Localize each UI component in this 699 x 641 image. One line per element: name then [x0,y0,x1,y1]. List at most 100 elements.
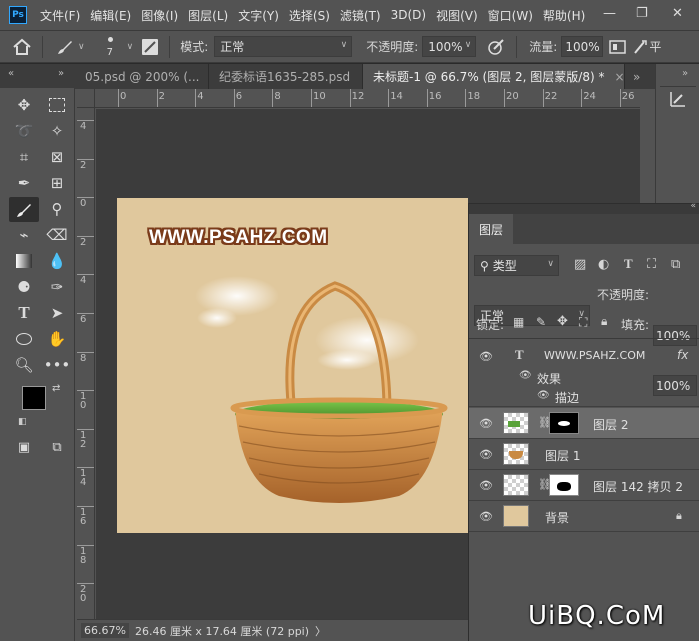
filter-shape-icon[interactable]: ⛶ [647,257,656,272]
home-icon[interactable] [12,38,32,56]
flow-input[interactable]: 100% [561,36,604,57]
smoothing-icon[interactable] [633,39,648,55]
dodge-tool-icon[interactable]: ⚈ [11,276,37,298]
symmetry-label[interactable]: 平 [649,38,661,55]
brush-tool-preset-icon[interactable] [55,38,75,56]
close-tab-icon[interactable]: × [614,70,624,84]
expand-panels-icon[interactable]: » [682,68,688,79]
mode-select[interactable]: 正常 ∨ [214,36,353,57]
lock-transparent-icon[interactable]: ▦ [513,315,524,329]
chevron-down-icon[interactable]: ∨ [78,42,85,52]
layer-row-background[interactable]: 👁︎ 背景 🔒︎ [469,501,699,532]
mask-shape [557,482,571,491]
visibility-eye-icon[interactable]: 👁︎ [479,350,493,363]
crop-tool-icon[interactable]: ⌗ [11,146,37,168]
history-brush-icon[interactable]: ⌁ [11,224,37,246]
expand-icon[interactable]: » [58,68,64,79]
lock-artboard-icon[interactable]: ⛶ [579,315,587,330]
layer-row-layer-1[interactable]: 👁︎ 图层 1 [469,439,699,470]
fx-icon[interactable]: fx [677,348,688,362]
menu-image[interactable]: 图像(I) [136,7,183,24]
eyedropper-icon[interactable]: ✒ [11,172,37,194]
filter-pixel-icon[interactable]: ▨ [574,257,586,272]
menu-edit[interactable]: 编辑(E) [85,7,136,24]
collapse-panel-icon[interactable]: « [690,201,696,211]
menu-help[interactable]: 帮助(H) [538,7,590,24]
layer-mask-thumbnail[interactable] [549,474,579,496]
menu-window[interactable]: 窗口(W) [483,7,538,24]
visibility-eye-icon[interactable]: 👁︎ [479,417,493,430]
move-tool-icon[interactable]: ✥ [11,94,37,116]
hand-tool-icon[interactable]: ✋ [44,328,70,350]
brush-size-picker[interactable]: 7 [103,34,119,60]
layer-row-layer-142-copy-2[interactable]: 👁︎ ⛓ 图层 142 拷贝 2 [469,470,699,501]
layer-effect-stroke-row[interactable]: 👁︎ 描边 [469,387,699,407]
pen-tool-icon[interactable]: ✑ [44,276,70,298]
zoom-tool-icon[interactable]: 🔍︎ [11,354,37,376]
brush-tool-icon[interactable] [9,197,39,222]
lock-all-icon[interactable]: 🔒︎ [601,314,607,329]
chevron-down-icon[interactable]: ∨ [127,42,134,52]
flow-value: 100% [565,39,600,54]
lasso-tool-icon[interactable]: ➰ [11,120,37,142]
lock-image-icon[interactable]: ✎ [536,315,546,329]
ellipse-tool-icon[interactable] [11,328,37,350]
lock-position-icon[interactable]: ✥ [557,314,568,329]
spot-healing-icon[interactable]: ⊞ [44,172,70,194]
visibility-eye-icon[interactable]: 👁︎ [479,448,493,461]
more-tabs-button[interactable]: » [625,64,655,89]
ruler-tick [619,89,621,107]
filter-type-icon[interactable]: T [624,256,633,272]
tab-layers[interactable]: 图层 [469,214,514,244]
visibility-eye-icon[interactable]: 👁︎ [537,390,550,401]
tab-jiwei-psd[interactable]: 纪委标语1635-285.psd [209,64,363,89]
visibility-eye-icon[interactable]: 👁︎ [479,479,493,492]
properties-panel-icon[interactable] [669,90,687,108]
menu-filter[interactable]: 滤镜(T) [335,7,386,24]
path-selection-icon[interactable]: ➤ [44,302,70,324]
layer-filter-select[interactable]: ⚲ 类型 ∨ [474,255,559,276]
screen-mode-icon[interactable]: ⧉ [44,436,70,458]
more-tools-icon[interactable]: ••• [44,354,71,376]
layer-mask-thumbnail[interactable] [549,412,579,434]
menu-3d[interactable]: 3D(D) [386,8,431,22]
close-window-button[interactable]: ✕ [672,6,683,21]
menu-type[interactable]: 文字(Y) [233,7,284,24]
type-tool-icon[interactable]: T [11,302,37,324]
clone-stamp-icon[interactable]: ⚲ [44,198,70,220]
menu-file[interactable]: 文件(F) [35,7,85,24]
magic-wand-icon[interactable]: ✧ [44,120,70,142]
foreground-color-swatch[interactable] [22,386,46,410]
menu-layer[interactable]: 图层(L) [183,7,233,24]
visibility-eye-icon[interactable]: 👁︎ [519,370,532,381]
menu-select[interactable]: 选择(S) [284,7,335,24]
filter-smart-object-icon[interactable]: ⧉ [671,257,680,272]
layer-effects-row[interactable]: 👁︎ 效果 [469,368,699,388]
frame-tool-icon[interactable]: ⊠ [44,146,70,168]
collapse-icon[interactable]: « [8,68,14,79]
restore-button[interactable]: ❐ [636,6,648,21]
tab-05-psd[interactable]: 05.psd @ 200% (... [75,64,209,89]
brush-settings-icon[interactable] [141,38,159,56]
default-colors-icon[interactable]: ◧ [18,417,27,427]
marquee-tool-icon[interactable] [44,94,70,116]
zoom-level[interactable]: 66.67% [81,623,129,638]
tab-untitled-1[interactable]: 未标题-1 @ 66.7% (图层 2, 图层蒙版/8) * × [363,64,625,89]
blur-tool-icon[interactable]: 💧 [44,250,70,272]
swap-colors-icon[interactable]: ⇄ [52,383,60,394]
minimize-button[interactable]: — [603,6,616,21]
filter-adjustment-icon[interactable]: ◐ [598,257,609,272]
vertical-ruler[interactable]: 4 2 0 2 4 6 8 1 0 1 2 1 4 1 6 1 8 2 0 [77,108,95,619]
layer-row-layer-2[interactable]: 👁︎ ⛓ 图层 2 [469,408,699,439]
airbrush-icon[interactable] [609,39,627,55]
menu-view[interactable]: 视图(V) [431,7,483,24]
quick-mask-icon[interactable]: ▣ [11,436,37,458]
pressure-opacity-icon[interactable] [486,38,506,56]
status-menu-icon[interactable]: 〉 [315,623,326,639]
visibility-eye-icon[interactable]: 👁︎ [479,510,493,523]
eraser-icon[interactable]: ⌫ [44,224,70,246]
ruler-tick [349,89,351,107]
gradient-tool-icon[interactable] [11,250,37,272]
horizontal-ruler[interactable]: 0 2 4 6 8 10 12 14 16 18 20 22 24 26 [95,89,640,108]
opacity-input[interactable]: 100% ∨ [422,36,477,57]
